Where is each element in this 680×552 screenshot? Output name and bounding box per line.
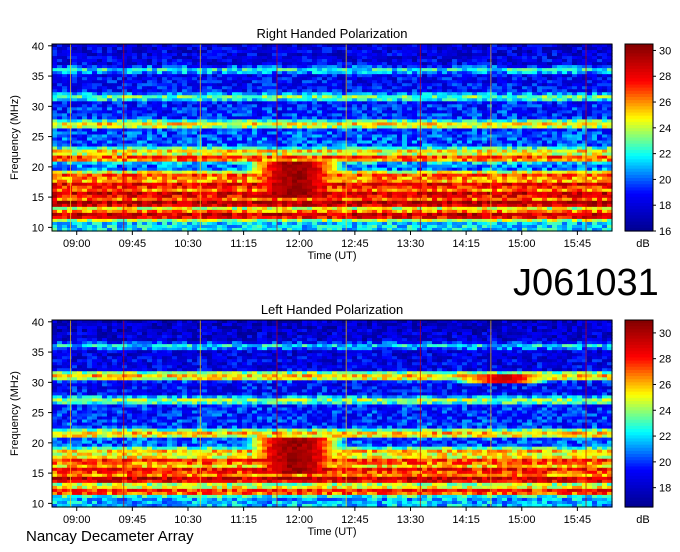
panel-1: Right Handed Polarization09:00 09:45 10:30… — [9, 26, 671, 262]
spectrogram-image — [52, 44, 613, 232]
